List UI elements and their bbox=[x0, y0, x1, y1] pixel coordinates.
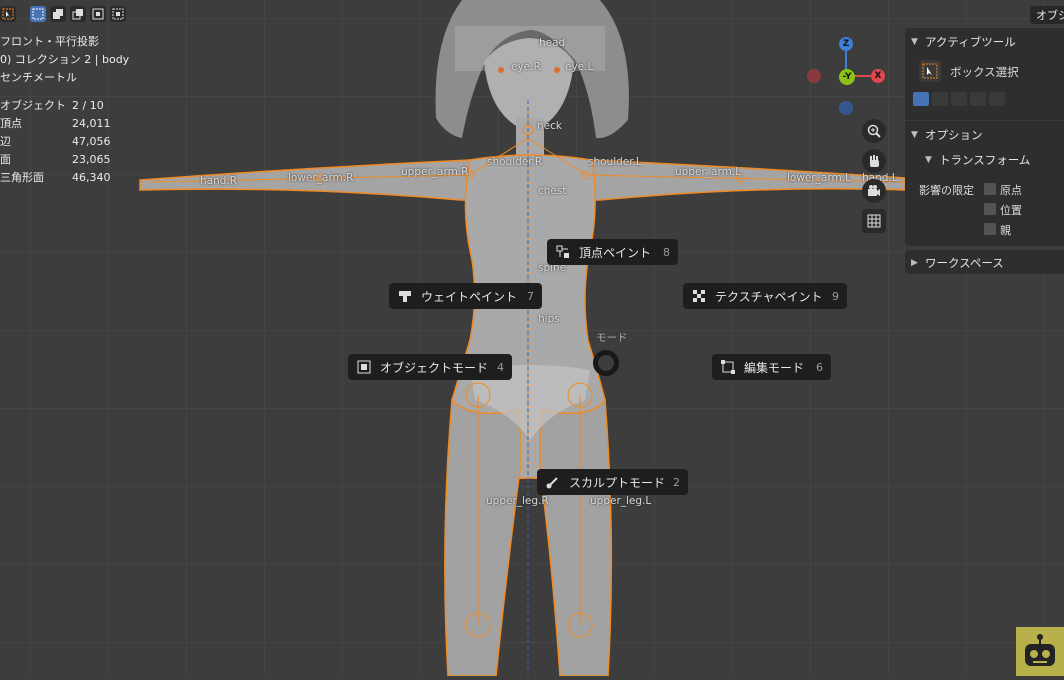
bone-label-shoulder-l: shoulder.L bbox=[588, 156, 642, 168]
zoom-button[interactable] bbox=[862, 119, 886, 143]
robot-icon bbox=[1025, 634, 1055, 666]
select-intersect-icon bbox=[112, 8, 124, 20]
select-box-icon bbox=[922, 63, 938, 79]
mode-dropdown[interactable]: オブジ bbox=[1030, 6, 1064, 24]
parents-checkbox[interactable] bbox=[984, 223, 996, 235]
viewport-stats: フロント・平行投影 0) コレクション 2 | body センチメートル オブジ… bbox=[0, 33, 129, 187]
select-extend-button[interactable] bbox=[50, 6, 66, 22]
vertex-paint-icon bbox=[555, 244, 571, 260]
select-invert-button[interactable] bbox=[90, 6, 106, 22]
bone-label-lower-arm-r: lower_arm.R bbox=[288, 172, 354, 184]
camera-icon bbox=[868, 185, 880, 196]
stats-row: 頂点 24,011 bbox=[0, 117, 111, 130]
select-new-button[interactable] bbox=[30, 6, 46, 22]
leg-left bbox=[539, 397, 613, 676]
sculpt-mode-button[interactable]: スカルプトモード 2 bbox=[537, 469, 688, 495]
hand-icon bbox=[870, 155, 879, 167]
workspace-header[interactable]: ▶ ワークスペース bbox=[911, 255, 1004, 271]
select-box-icon bbox=[2, 8, 14, 20]
select-new-icon[interactable] bbox=[913, 92, 929, 106]
bone-label-hand-r: hand.R bbox=[200, 175, 238, 187]
locations-checkbox[interactable] bbox=[984, 203, 996, 215]
chevron-down-icon: ▼ bbox=[925, 155, 932, 165]
stats-row: 三角形面 46,340 bbox=[0, 171, 111, 184]
select-box-tool-button[interactable] bbox=[0, 6, 16, 22]
tool-sidebar: ▼ アクティブツール ボックス選択 ▼ オプション ▼ トランスフォーム 影響の… bbox=[905, 28, 1064, 246]
parents-label: 親 bbox=[1000, 224, 1011, 237]
weight-paint-button[interactable]: ウェイトペイント 7 bbox=[389, 283, 542, 309]
perspective-toggle-button[interactable] bbox=[862, 209, 886, 233]
gizmo-neg-z-axis[interactable] bbox=[839, 101, 853, 115]
select-extend-icon[interactable] bbox=[932, 92, 948, 106]
select-mode-toolbar bbox=[0, 6, 126, 22]
bone-label-lower-arm-l: lower_arm.L bbox=[787, 172, 851, 184]
pie-menu-title: モード bbox=[596, 332, 628, 344]
grid-icon bbox=[867, 214, 881, 228]
view-name: フロント・平行投影 bbox=[0, 35, 99, 48]
zoom-icon bbox=[867, 124, 881, 138]
bone-label-head: head bbox=[539, 37, 566, 49]
stats-row: オブジェクト 2 / 10 bbox=[0, 99, 104, 112]
affect-only-label: 影響の限定 bbox=[919, 184, 974, 197]
select-subtract-icon[interactable] bbox=[951, 92, 967, 106]
vertex-paint-button[interactable]: 頂点ペイント 8 bbox=[547, 239, 678, 265]
select-extend-icon bbox=[53, 9, 63, 19]
box-select-label: ボックス選択 bbox=[950, 65, 1019, 79]
texture-paint-button[interactable]: テクスチャペイント 9 bbox=[683, 283, 847, 309]
options-header[interactable]: ▼ オプション bbox=[911, 127, 983, 143]
face bbox=[484, 38, 574, 132]
select-intersect-button[interactable] bbox=[110, 6, 126, 22]
pie-menu-center bbox=[593, 350, 619, 376]
stats-row: 辺 47,056 bbox=[0, 135, 111, 148]
gizmo-y-axis[interactable]: -Y bbox=[839, 69, 855, 85]
eye-left bbox=[554, 67, 560, 73]
bone-label-neck: neck bbox=[537, 120, 562, 132]
gizmo-x-axis[interactable]: X bbox=[871, 69, 885, 83]
chevron-right-icon: ▶ bbox=[911, 258, 918, 268]
bone-label-upper-leg-r: upper_leg.R bbox=[486, 495, 549, 507]
select-invert-icon bbox=[92, 8, 104, 20]
chevron-down-icon: ▼ bbox=[911, 37, 918, 47]
gizmo-z-axis[interactable]: Z bbox=[839, 37, 853, 51]
eye-right bbox=[498, 67, 504, 73]
workspace-panel[interactable]: ▶ ワークスペース bbox=[905, 250, 1064, 274]
bone-label-shoulder-r: shoulder.R bbox=[487, 156, 543, 168]
box-select-tool-icon[interactable] bbox=[919, 60, 941, 82]
collection-name: 0) コレクション 2 | body bbox=[0, 53, 130, 66]
unit-name: センチメートル bbox=[0, 71, 77, 84]
select-subtract-button[interactable] bbox=[70, 6, 86, 22]
bone-label-upper-arm-r: upper_arm.R bbox=[401, 166, 469, 178]
sidebar-select-modes bbox=[913, 92, 1005, 106]
divider bbox=[905, 120, 1064, 121]
origins-label: 原点 bbox=[1000, 184, 1022, 197]
bone-label-chest: chest bbox=[538, 185, 567, 197]
object-mode-button[interactable]: オブジェクトモード 4 bbox=[348, 354, 512, 380]
camera-view-button[interactable] bbox=[862, 179, 886, 203]
origins-checkbox[interactable] bbox=[984, 183, 996, 195]
select-new-icon bbox=[32, 8, 44, 20]
select-invert-icon[interactable] bbox=[970, 92, 986, 106]
transform-header[interactable]: ▼ トランスフォーム bbox=[925, 152, 1030, 168]
bone-label-hips: hips bbox=[538, 313, 560, 325]
locations-label: 位置 bbox=[1000, 204, 1022, 217]
robot-logo bbox=[1016, 627, 1064, 676]
select-subtract-icon bbox=[72, 9, 83, 20]
texture-paint-icon bbox=[691, 288, 707, 304]
gizmo-neg-x-axis[interactable] bbox=[807, 69, 821, 83]
bone-label-eye-l: eye.L bbox=[565, 61, 594, 73]
pan-button[interactable] bbox=[862, 149, 886, 173]
leg-right bbox=[444, 398, 521, 676]
object-mode-icon bbox=[356, 359, 372, 375]
chevron-down-icon: ▼ bbox=[911, 130, 918, 140]
bone-label-upper-leg-l: upper_leg.L bbox=[590, 495, 652, 507]
stats-row: 面 23,065 bbox=[0, 153, 111, 166]
select-intersect-icon[interactable] bbox=[989, 92, 1005, 106]
bone-label-eye-r: eye.R bbox=[511, 61, 541, 73]
bone-label-upper-arm-l: upper_arm.L bbox=[675, 166, 741, 178]
sculpt-brush-icon bbox=[545, 474, 561, 490]
active-tool-header[interactable]: ▼ アクティブツール bbox=[911, 34, 1016, 50]
edit-mode-button[interactable]: 編集モード 6 bbox=[712, 354, 831, 380]
weight-paint-icon bbox=[397, 288, 413, 304]
edit-mode-icon bbox=[720, 359, 736, 375]
